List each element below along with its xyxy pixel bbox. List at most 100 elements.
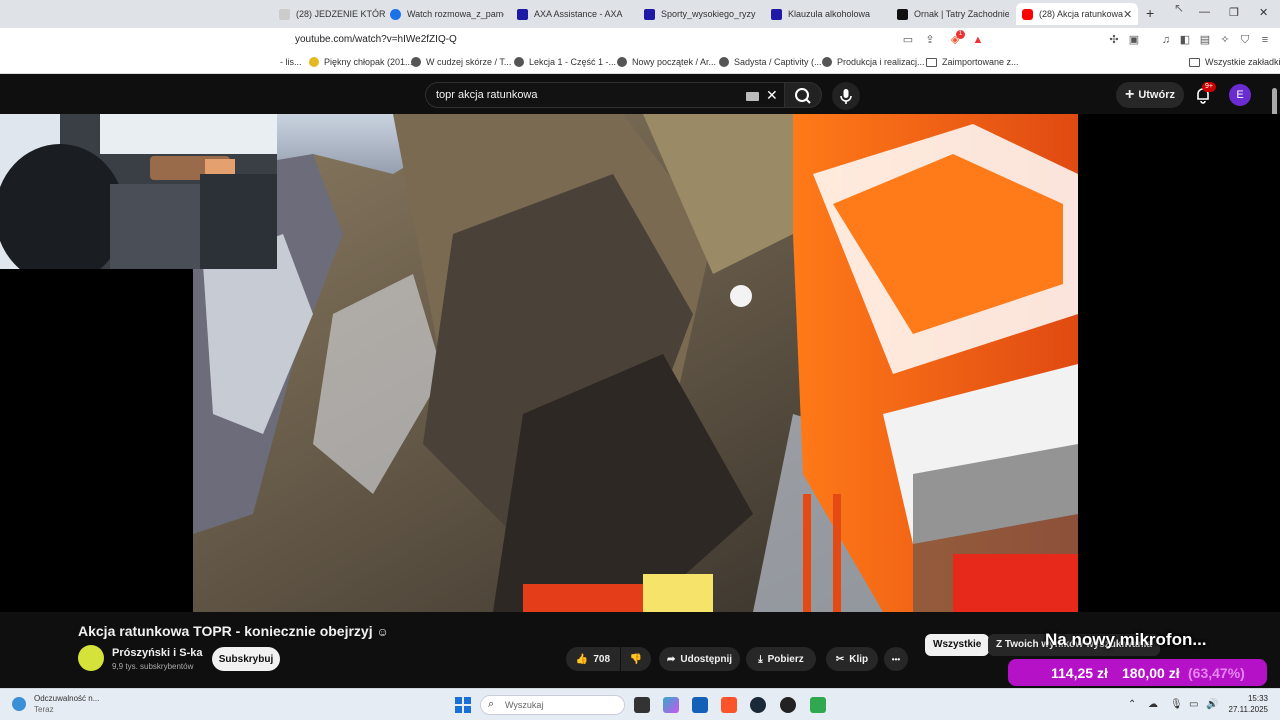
bookmark-item[interactable]: W cudzej skórze / T... — [411, 57, 511, 67]
bookmark-item[interactable]: - lis... — [280, 57, 302, 67]
weather-icon[interactable] — [12, 697, 26, 711]
wallet-icon[interactable]: ▤ — [1198, 33, 1212, 47]
bookmark-label: Nowy początek / Ar... — [632, 57, 717, 67]
vpn-icon[interactable]: ⛉ — [1238, 33, 1252, 47]
video-player[interactable] — [0, 114, 1280, 612]
tab-label: Watch rozmowa_z_pamełk — [407, 9, 504, 19]
weather-notification-title[interactable]: Odczuwalność n... — [34, 694, 99, 703]
tab-favicon-icon — [517, 8, 528, 20]
extensions-icon[interactable]: ✣ — [1107, 33, 1121, 47]
keyboard-icon[interactable] — [746, 92, 759, 101]
create-label: Utwórz — [1138, 89, 1175, 101]
channel-avatar[interactable] — [78, 645, 104, 671]
bookmark-favicon-icon — [309, 57, 319, 67]
copilot-icon[interactable] — [663, 697, 679, 713]
search-icon: ⌕ — [488, 698, 495, 710]
tab-favicon-icon — [644, 8, 655, 20]
task-view-icon[interactable] — [634, 697, 650, 713]
tab-favicon-icon — [771, 8, 782, 20]
menu-icon[interactable]: ≡ — [1258, 33, 1272, 47]
bookmark-item[interactable]: Produkcja i realizacj... — [822, 57, 925, 67]
tab-label: Klauzula alkoholowa — [788, 9, 871, 19]
channel-name[interactable]: Prószyński i S-ka — [112, 647, 203, 659]
more-actions-button[interactable]: ••• — [884, 647, 908, 671]
brave-browser-icon[interactable] — [721, 697, 737, 713]
voice-search-button[interactable] — [832, 82, 860, 110]
sidebar-icon[interactable]: ◧ — [1178, 33, 1192, 47]
tab-ornak[interactable]: Ornak | Tatry Zachodnie | — [891, 3, 1009, 25]
video-title-text: Akcja ratunkowa TOPR - koniecznie obejrz… — [78, 623, 373, 639]
create-button[interactable]: + Utwórz — [1116, 82, 1184, 108]
tab-jedzenie[interactable]: (28) JEDZENIE KTÓRE ZNI — [273, 3, 385, 25]
screen-cast-icon[interactable]: ▭ — [901, 33, 915, 47]
bookmark-item[interactable]: Lekcja 1 - Część 1 -... — [514, 57, 616, 67]
new-tab-button[interactable]: + — [1146, 5, 1154, 21]
address-bar-row: youtube.com/watch?v=hIWe2fZIQ-Q ▭ ⇪ ◈ 1 … — [0, 28, 1280, 52]
brave-rewards-icon[interactable]: ▲ — [971, 33, 985, 47]
minimize-icon[interactable]: — — [1199, 6, 1210, 18]
download-button[interactable]: ⤓ Pobierz — [746, 647, 816, 671]
search-query: topr akcja ratunkowa — [436, 89, 538, 101]
notifications-badge: 9+ — [1202, 82, 1216, 92]
avatar[interactable]: E — [1229, 84, 1251, 106]
bookmark-label: Lekcja 1 - Część 1 -... — [529, 57, 617, 67]
taskbar-search-placeholder: Wyszukaj — [505, 700, 544, 710]
tab-axa-assistance[interactable]: AXA Assistance - AXA — [511, 3, 629, 25]
close-tab-icon[interactable]: ✕ — [1123, 8, 1132, 21]
bookmark-item[interactable]: Nowy początek / Ar... — [617, 57, 716, 67]
share-icon[interactable]: ⇪ — [923, 33, 937, 47]
all-bookmarks-button[interactable]: Wszystkie zakładki — [1189, 57, 1280, 67]
chip-all[interactable]: Wszystkie — [925, 634, 990, 656]
like-button[interactable]: 👍 708 — [566, 647, 620, 671]
share-button[interactable]: ➦ Udostępnij — [659, 647, 740, 671]
webcam-overlay — [0, 114, 277, 269]
tab-search-icon[interactable]: ▣ — [1127, 33, 1141, 47]
clock-date[interactable]: 27.11.2025 — [1222, 705, 1268, 714]
browser-tab-bar: (28) JEDZENIE KTÓRE ZNI Watch rozmowa_z_… — [0, 0, 1280, 28]
microphone-tray-icon[interactable]: 🎙 — [1170, 699, 1183, 710]
bookmark-label: Zaimportowane z... — [942, 57, 1019, 67]
spreadsheet-app-icon[interactable] — [810, 697, 826, 713]
restore-icon[interactable]: ❐ — [1229, 6, 1239, 19]
bookmark-folder[interactable]: Zaimportowane z... — [926, 57, 1019, 67]
url-field[interactable]: youtube.com/watch?v=hIWe2fZIQ-Q — [295, 34, 457, 45]
smile-emoji: ☺ — [376, 625, 389, 639]
chevron-up-icon[interactable]: ⌃ — [1128, 699, 1136, 710]
search-icon — [795, 88, 811, 104]
stream-goal-title: Na nowy mikrofon... — [1045, 630, 1207, 649]
close-window-icon[interactable]: ✕ — [1259, 6, 1268, 19]
subscriber-count: 9,9 tys. subskrybentów — [112, 662, 194, 671]
bookmark-label: Piękny chłopak (201... — [324, 57, 413, 67]
video-frame[interactable] — [193, 114, 1078, 612]
dislike-button[interactable]: 👎 — [621, 647, 651, 671]
volume-icon[interactable]: 🔊 — [1206, 699, 1218, 710]
bookmark-item[interactable]: Piękny chłopak (201... — [309, 57, 413, 67]
clear-search-icon[interactable]: ✕ — [766, 87, 778, 104]
clip-button[interactable]: ✂ Klip — [826, 647, 878, 671]
clock-time[interactable]: 15:33 — [1232, 694, 1268, 703]
tab-akcja-ratunkowa[interactable]: (28) Akcja ratunkowa ✕ — [1016, 3, 1138, 25]
search-input[interactable]: topr akcja ratunkowa ✕ — [425, 82, 785, 108]
store-icon[interactable] — [692, 697, 708, 713]
tab-watch-rozmowa[interactable]: Watch rozmowa_z_pamełk — [384, 3, 504, 25]
windows-start-icon[interactable] — [455, 697, 471, 713]
tab-klauzula-alkoholowa[interactable]: Klauzula alkoholowa — [765, 3, 883, 25]
steam-icon[interactable] — [750, 697, 766, 713]
tab-sporty-wysokiego-ryzyka[interactable]: Sporty_wysokiego_ryzyka — [638, 3, 756, 25]
bookmark-item[interactable]: Sadysta / Captivity (... — [719, 57, 822, 67]
monitor-icon[interactable]: ▭ — [1189, 699, 1198, 710]
taskbar-search-input[interactable]: ⌕ Wyszukaj — [480, 695, 625, 715]
cloud-icon[interactable]: ☁ — [1148, 699, 1158, 710]
notifications-button[interactable]: 9+ — [1193, 82, 1216, 105]
search-button[interactable] — [784, 82, 822, 108]
all-bookmarks-label: Wszystkie zakładki — [1205, 57, 1280, 67]
mouse-cursor-icon: ↖ — [1174, 1, 1185, 15]
download-icon: ⤓ — [758, 653, 763, 665]
leo-ai-icon[interactable]: ✧ — [1218, 33, 1232, 47]
obs-icon[interactable] — [780, 697, 796, 713]
video-content-image — [193, 114, 1078, 612]
donation-goal-bar: 114,25 zł 180,00 zł (63,47%) — [1008, 659, 1267, 686]
subscribe-button[interactable]: Subskrybuj — [212, 647, 280, 671]
bookmark-label: W cudzej skórze / T... — [426, 57, 512, 67]
media-icon[interactable]: ♫ — [1159, 33, 1173, 47]
